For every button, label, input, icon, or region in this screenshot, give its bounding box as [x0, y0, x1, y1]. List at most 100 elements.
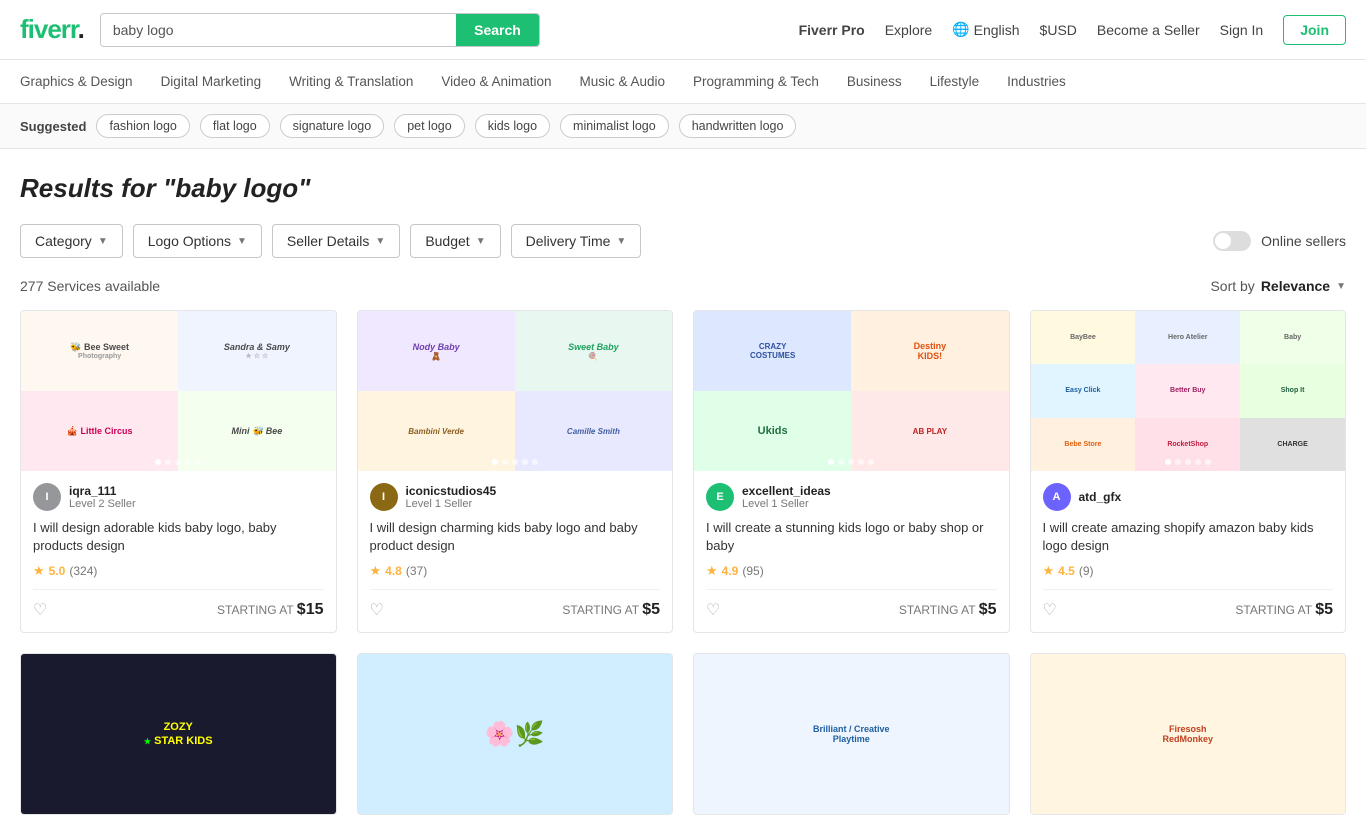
carousel-dot[interactable]	[1195, 459, 1201, 465]
suggested-tag[interactable]: flat logo	[200, 114, 270, 138]
favorite-button[interactable]: ♡	[370, 600, 384, 620]
rating-score: 5.0	[49, 564, 66, 578]
carousel-dot[interactable]	[522, 459, 528, 465]
join-button[interactable]: Join	[1283, 15, 1346, 45]
language-selector[interactable]: 🌐 English	[952, 21, 1019, 38]
starting-at-label: STARTING AT	[217, 603, 297, 617]
suggested-tag[interactable]: signature logo	[280, 114, 385, 138]
suggested-tag[interactable]: pet logo	[394, 114, 464, 138]
header: fiverr. Search Fiverr Pro Explore 🌐 Engl…	[0, 0, 1366, 60]
category-nav-item[interactable]: Video & Animation	[441, 70, 551, 93]
chevron-down-icon: ▼	[476, 236, 486, 247]
category-nav-item[interactable]: Programming & Tech	[693, 70, 819, 93]
carousel-dot[interactable]	[1185, 459, 1191, 465]
category-nav-item[interactable]: Lifestyle	[930, 70, 980, 93]
gig-card[interactable]: Brilliant / CreativePlaytime	[693, 653, 1010, 815]
gig-title: I will create a stunning kids logo or ba…	[706, 519, 997, 555]
gig-card[interactable]: 🐝 Bee Sweet Photography Sandra & Samy ★ …	[20, 310, 337, 633]
rating-count: (37)	[406, 564, 427, 578]
price-section: STARTING AT $5	[562, 601, 660, 619]
carousel-dot[interactable]	[1175, 459, 1181, 465]
category-nav-item[interactable]: Music & Audio	[580, 70, 666, 93]
fiverr-pro-link[interactable]: Fiverr Pro	[799, 22, 865, 38]
carousel-dot[interactable]	[195, 459, 201, 465]
rating-count: (9)	[1079, 564, 1094, 578]
carousel-dots	[492, 459, 538, 465]
category-nav-item[interactable]: Business	[847, 70, 902, 93]
favorite-button[interactable]: ♡	[33, 600, 47, 620]
carousel-dot[interactable]	[165, 459, 171, 465]
sort-by[interactable]: Sort by Relevance ▼	[1210, 278, 1346, 294]
gig-thumbnail: CRAZYCOSTUMES DestinyKIDS! Ukids AB PLAY	[694, 311, 1009, 471]
suggested-tag[interactable]: handwritten logo	[679, 114, 797, 138]
seller-info: I iconicstudios45 Level 1 Seller	[370, 483, 661, 511]
category-nav-item[interactable]: Industries	[1007, 70, 1066, 93]
gig-card[interactable]: FiresoshRedMonkey	[1030, 653, 1347, 815]
star-icon: ★	[706, 563, 718, 579]
carousel-dot[interactable]	[512, 459, 518, 465]
gig-body: A atd_gfx I will create amazing shopify …	[1031, 471, 1346, 632]
gig-card[interactable]: CRAZYCOSTUMES DestinyKIDS! Ukids AB PLAY…	[693, 310, 1010, 633]
category-nav-item[interactable]: Digital Marketing	[161, 70, 262, 93]
carousel-dots	[1165, 459, 1211, 465]
seller-name[interactable]: iqra_111	[69, 484, 136, 498]
carousel-dot[interactable]	[492, 459, 498, 465]
search-bar: Search	[100, 13, 540, 47]
search-button[interactable]: Search	[456, 14, 539, 46]
gig-card[interactable]: Nody Baby 🧸 Sweet Baby 🍭 Bambini Verde C…	[357, 310, 674, 633]
filter-budget[interactable]: Budget▼	[410, 224, 500, 258]
search-input[interactable]	[101, 14, 456, 46]
filter-category[interactable]: Category▼	[20, 224, 123, 258]
carousel-dot[interactable]	[532, 459, 538, 465]
carousel-dot[interactable]	[1165, 459, 1171, 465]
filter-seller-details[interactable]: Seller Details▼	[272, 224, 400, 258]
suggested-tag[interactable]: kids logo	[475, 114, 550, 138]
results-title: Results for "baby logo"	[20, 173, 1346, 204]
explore-link[interactable]: Explore	[885, 22, 932, 38]
carousel-dot[interactable]	[848, 459, 854, 465]
logo[interactable]: fiverr.	[20, 14, 84, 45]
gig-rating: ★ 5.0 (324)	[33, 563, 324, 579]
gig-thumbnail: BayBee Hero Atelier Baby Easy Click Bett…	[1031, 311, 1346, 471]
starting-at-label: STARTING AT	[562, 603, 642, 617]
gig-thumbnail: 🐝 Bee Sweet Photography Sandra & Samy ★ …	[21, 311, 336, 471]
suggested-tag[interactable]: fashion logo	[96, 114, 189, 138]
chevron-down-icon: ▼	[616, 236, 626, 247]
become-seller-link[interactable]: Become a Seller	[1097, 22, 1200, 38]
carousel-dot[interactable]	[185, 459, 191, 465]
rating-score: 4.8	[385, 564, 402, 578]
gig-card[interactable]: BayBee Hero Atelier Baby Easy Click Bett…	[1030, 310, 1347, 633]
seller-name[interactable]: atd_gfx	[1079, 490, 1122, 504]
filter-delivery-time[interactable]: Delivery Time▼	[511, 224, 642, 258]
favorite-button[interactable]: ♡	[706, 600, 720, 620]
seller-meta: iconicstudios45 Level 1 Seller	[406, 484, 497, 510]
carousel-dot[interactable]	[155, 459, 161, 465]
carousel-dot[interactable]	[502, 459, 508, 465]
logo-options-label: Logo Options	[148, 233, 231, 249]
seller-meta: excellent_ideas Level 1 Seller	[742, 484, 831, 510]
sign-in-link[interactable]: Sign In	[1220, 22, 1264, 38]
category-nav-item[interactable]: Writing & Translation	[289, 70, 413, 93]
gig-thumbnail: FiresoshRedMonkey	[1031, 654, 1346, 814]
chevron-down-icon: ▼	[98, 236, 108, 247]
currency-selector[interactable]: $USD	[1040, 22, 1077, 38]
services-count: 277 Services available	[20, 278, 160, 294]
carousel-dot[interactable]	[1205, 459, 1211, 465]
seller-name[interactable]: iconicstudios45	[406, 484, 497, 498]
carousel-dot[interactable]	[858, 459, 864, 465]
favorite-button[interactable]: ♡	[1043, 600, 1057, 620]
category-nav: Graphics & Design Digital Marketing Writin…	[0, 60, 1366, 104]
carousel-dot[interactable]	[868, 459, 874, 465]
gig-card[interactable]: 🌸🌿	[357, 653, 674, 815]
suggested-tag[interactable]: minimalist logo	[560, 114, 669, 138]
carousel-dot[interactable]	[828, 459, 834, 465]
filters-bar: Category▼Logo Options▼Seller Details▼Bud…	[20, 224, 1346, 258]
gig-card[interactable]: ZOZY★ STAR KIDS	[20, 653, 337, 815]
category-nav-item[interactable]: Graphics & Design	[20, 70, 133, 93]
carousel-dot[interactable]	[838, 459, 844, 465]
carousel-dot[interactable]	[175, 459, 181, 465]
seller-info: I iqra_111 Level 2 Seller	[33, 483, 324, 511]
seller-name[interactable]: excellent_ideas	[742, 484, 831, 498]
filter-logo-options[interactable]: Logo Options▼	[133, 224, 262, 258]
online-sellers-toggle[interactable]	[1213, 231, 1251, 251]
